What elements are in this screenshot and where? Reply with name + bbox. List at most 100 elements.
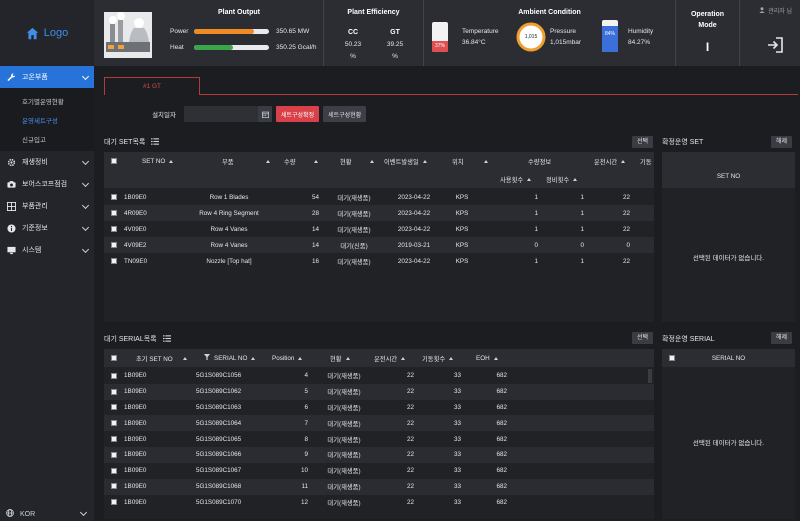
- table-row[interactable]: 1B09E0 5G1S089C1066 9 대기(재생품) 22 33 682: [104, 447, 654, 463]
- row-checkbox[interactable]: [111, 447, 117, 463]
- col-initial-set-no[interactable]: 초기 SET NO: [136, 352, 187, 364]
- list-icon[interactable]: [162, 334, 171, 344]
- col-maint-count[interactable]: 정비횟수: [546, 173, 578, 185]
- submenu-item-set-config[interactable]: 운영세트구성: [0, 110, 94, 129]
- table-row[interactable]: 1B09E0 5G1S089C1065 8 대기(재생품) 22 33 682: [104, 431, 654, 447]
- col-status[interactable]: 현황: [340, 155, 374, 167]
- confirmed-serial-remove-button[interactable]: 해제: [771, 332, 793, 344]
- col-qty[interactable]: 수량: [284, 155, 318, 167]
- table-row[interactable]: 1B09E0 5G1S089C1064 7 대기(재생품) 22 33 682: [104, 415, 654, 432]
- sidebar-item-parts[interactable]: 부품관리: [0, 195, 94, 217]
- table-row[interactable]: 4V09E2 Row 4 Vanes 14 대기(신품) 2019-03-21 KPS 0 0…: [104, 237, 654, 253]
- table-cell: 682: [496, 388, 507, 396]
- table-row[interactable]: 1B09E0 5G1S089C1056 4 대기(재생품) 22 33 682: [104, 368, 654, 384]
- humidity-value: 84.27%: [628, 39, 651, 46]
- row-checkbox[interactable]: [111, 221, 117, 237]
- col-eoh[interactable]: EOH: [476, 352, 498, 364]
- wait-serial-title-block: 대기 SERIAL목록: [104, 334, 171, 344]
- sort-up-icon: [621, 159, 626, 163]
- row-checkbox[interactable]: [111, 463, 117, 479]
- wait-serial-select-button[interactable]: 선택: [632, 332, 654, 344]
- table-cell: 9: [304, 451, 308, 459]
- row-checkbox[interactable]: [111, 400, 117, 416]
- table-cell: 8: [304, 435, 308, 443]
- wait-set-select-button[interactable]: 선택: [632, 136, 654, 148]
- submenu-item-unit-status[interactable]: 호기별운영현황: [0, 91, 94, 110]
- language-selector[interactable]: KOR: [6, 508, 88, 519]
- set-config-confirm-button[interactable]: 세트구성확정: [276, 106, 320, 122]
- plant-output-panel: Plant Output Power 350.65 MW Heat 350.25…: [94, 0, 324, 66]
- table-cell: 4V09E2: [124, 241, 147, 249]
- col-start-count[interactable]: 기동횟수: [422, 352, 454, 364]
- logout-button[interactable]: [766, 36, 784, 56]
- col-run-time[interactable]: 운전시간: [594, 155, 626, 167]
- tab-1gt[interactable]: #1 GT: [104, 77, 200, 95]
- row-checkbox[interactable]: [111, 384, 117, 400]
- table-row[interactable]: 1B09E0 5G1S089C1070 12 대기(재생품) 22 33 682: [104, 494, 654, 510]
- col-use-count[interactable]: 사용횟수: [500, 173, 532, 185]
- confirmed-serial-empty-message: 선택된 데이터가 없습니다.: [692, 440, 765, 447]
- table-row[interactable]: 1B09E0 5G1S089C1063 6 대기(재생품) 22 33 682: [104, 400, 654, 416]
- col-label: 수량정보: [528, 158, 552, 166]
- sidebar-item-recondition[interactable]: 재생정비: [0, 151, 94, 173]
- table-row[interactable]: 1B09E0 5G1S089C1067 10 대기(재생품) 22 33 682: [104, 463, 654, 479]
- col-start[interactable]: 기동: [640, 155, 652, 167]
- install-date-input[interactable]: [184, 106, 258, 122]
- row-checkbox[interactable]: [111, 494, 117, 510]
- thermometer-icon: 37%: [432, 22, 448, 52]
- row-checkbox[interactable]: [111, 415, 117, 431]
- col-part[interactable]: 부품: [222, 155, 270, 167]
- sort-up-icon: [169, 159, 174, 163]
- header-checkbox[interactable]: [111, 156, 117, 166]
- table-row[interactable]: 1B09E0 Row 1 Blades 54 대기(재생품) 2023-04-22 KPS…: [104, 189, 654, 205]
- grid-icon: [6, 201, 16, 211]
- col-set-no[interactable]: SET NO: [142, 155, 174, 167]
- logout-icon: [768, 37, 783, 53]
- table-cell: 5G1S089C1056: [196, 372, 242, 380]
- list-icon[interactable]: [151, 137, 160, 147]
- sidebar-item-system[interactable]: 시스템: [0, 239, 94, 261]
- table-cell: 682: [496, 435, 507, 443]
- col-event-date[interactable]: 이벤트발생일: [384, 155, 427, 167]
- user-info[interactable]: 관리자 님: [759, 6, 792, 15]
- sidebar-item-borescope[interactable]: 보어스코프점검: [0, 173, 94, 195]
- sort-up-icon: [251, 356, 256, 360]
- pressure-badge: 1,015: [524, 34, 538, 40]
- submenu-item-new-receipt[interactable]: 신규입고: [0, 129, 94, 148]
- col-run-time[interactable]: 운전시간: [374, 352, 406, 364]
- sidebar-item-hot-parts[interactable]: 고온부품: [0, 66, 94, 88]
- row-checkbox[interactable]: [111, 189, 117, 205]
- table-cell: 7: [304, 419, 308, 427]
- table-row[interactable]: TN09E0 Nozzle [Top hat] 16 대기(재생품) 2023-04-2…: [104, 253, 654, 269]
- confirmed-set-remove-button[interactable]: 해제: [771, 136, 793, 148]
- col-location[interactable]: 위치: [452, 155, 488, 167]
- sidebar-item-reference[interactable]: 기준정보: [0, 217, 94, 239]
- table-row[interactable]: 4R09E0 Row 4 Ring Segment 28 대기(재생품) 2023-04…: [104, 205, 654, 221]
- calendar-button[interactable]: [258, 106, 272, 122]
- scrollbar[interactable]: [648, 369, 652, 383]
- table-row[interactable]: 4V09E0 Row 4 Vanes 14 대기(재생품) 2023-04-22 KPS 1…: [104, 221, 654, 237]
- temperature-badge: 37%: [432, 41, 448, 52]
- col-qty-info: 수량정보: [528, 155, 551, 167]
- table-row[interactable]: 1B09E0 5G1S089C1062 5 대기(재생품) 22 33 682: [104, 383, 654, 400]
- table-cell: Row 4 Vanes: [210, 241, 248, 249]
- row-checkbox[interactable]: [111, 479, 117, 495]
- sort-up-icon: [401, 356, 406, 360]
- row-checkbox[interactable]: [111, 205, 117, 221]
- row-checkbox[interactable]: [111, 431, 117, 447]
- row-checkbox[interactable]: [111, 237, 117, 253]
- row-checkbox[interactable]: [111, 368, 117, 384]
- table-cell: 22: [622, 193, 630, 201]
- power-bar: [194, 29, 269, 34]
- set-config-status-button[interactable]: 세트구성현황: [323, 106, 367, 122]
- col-position[interactable]: Position: [272, 352, 303, 364]
- header-checkbox[interactable]: [111, 352, 117, 364]
- filter-icon[interactable]: [204, 354, 210, 362]
- checkbox-icon: [111, 467, 117, 474]
- row-checkbox[interactable]: [111, 253, 117, 269]
- col-status[interactable]: 현황: [330, 352, 350, 364]
- table-cell: 1B09E0: [124, 419, 147, 427]
- logo[interactable]: Logo: [0, 0, 94, 66]
- col-serial-no[interactable]: SERIAL NO: [204, 352, 256, 364]
- table-row[interactable]: 1B09E0 5G1S089C1068 11 대기(재생품) 22 33 682: [104, 478, 654, 495]
